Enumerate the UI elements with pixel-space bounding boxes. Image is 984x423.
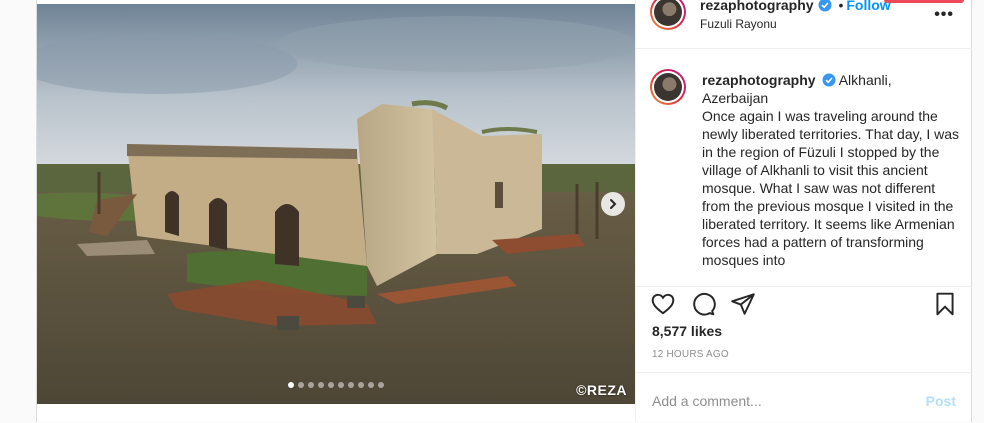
comment-icon[interactable]	[690, 291, 716, 317]
header-location[interactable]: Fuzuli Rayonu	[700, 17, 777, 31]
header-user-line: rezaphotography • Follow	[700, 0, 891, 13]
carousel-dot	[378, 382, 384, 388]
carousel-dot	[298, 382, 304, 388]
caption-area: rezaphotography Alkhanli, Azerbaijan Onc…	[636, 49, 972, 285]
carousel-dot	[358, 382, 364, 388]
carousel-dot	[288, 382, 294, 388]
carousel-dot	[368, 382, 374, 388]
more-options-icon[interactable]: •••	[934, 6, 954, 24]
likes-count[interactable]: 8,577 likes	[652, 323, 722, 339]
comment-bar: Post	[636, 372, 972, 423]
verified-badge-icon	[822, 73, 836, 87]
carousel-dot	[348, 382, 354, 388]
notification-bar	[884, 0, 964, 3]
caption-body: Once again I was traveling around the ne…	[702, 108, 960, 268]
header-separator: •	[838, 0, 844, 13]
post-container: ©REZA rezaphotography • Follow Fuzuli Ray…	[36, 0, 972, 422]
caption-text-block: rezaphotography Alkhanli, Azerbaijan Onc…	[702, 71, 960, 269]
post-timestamp[interactable]: 12 HOURS AGO	[652, 349, 729, 360]
avatar[interactable]	[650, 69, 686, 105]
caption-username[interactable]: rezaphotography	[702, 72, 816, 88]
carousel-dot	[318, 382, 324, 388]
carousel-dots	[37, 382, 635, 388]
carousel-dot	[338, 382, 344, 388]
photo-bottom-strip	[37, 404, 635, 422]
share-icon[interactable]	[730, 291, 756, 317]
follow-button[interactable]: Follow	[846, 0, 890, 13]
avatar[interactable]	[650, 0, 686, 30]
header-username[interactable]: rezaphotography	[700, 0, 814, 13]
post-photo[interactable]: ©REZA	[37, 4, 635, 404]
chevron-right-icon	[610, 199, 617, 209]
carousel-dot	[328, 382, 334, 388]
post-sidebar: rezaphotography • Follow Fuzuli Rayonu ••…	[635, 0, 972, 422]
post-comment-button[interactable]: Post	[926, 393, 956, 409]
heart-icon[interactable]	[650, 291, 676, 317]
post-header: rezaphotography • Follow Fuzuli Rayonu ••…	[636, 0, 972, 49]
comment-input[interactable]	[652, 393, 912, 409]
mosque-ruin-image	[37, 4, 635, 404]
photo-credit: ©REZA	[576, 382, 627, 398]
carousel-dot	[308, 382, 314, 388]
verified-badge-icon	[818, 0, 832, 12]
next-photo-button[interactable]	[601, 192, 625, 216]
bookmark-icon[interactable]	[932, 291, 958, 317]
